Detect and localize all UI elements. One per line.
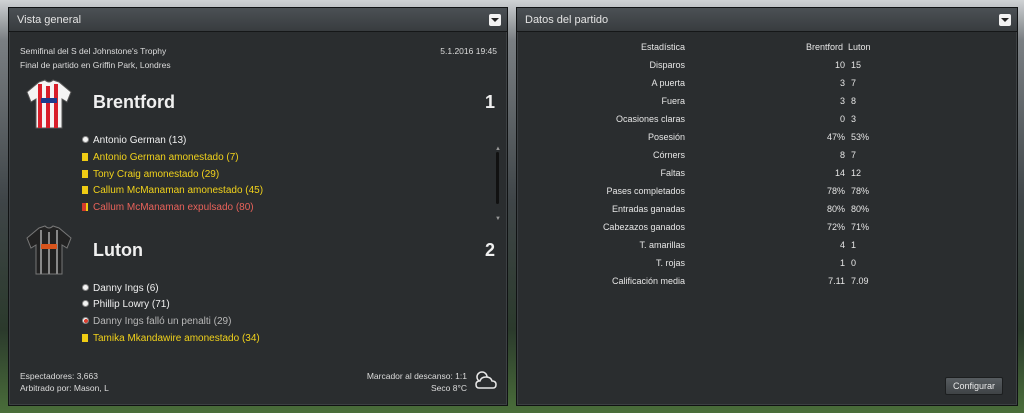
stat-row-home-value: 1 [839,258,845,268]
home-event-2[interactable]: Antonio German amonestado (7) [93,152,239,163]
stat-row-label: Disparos [649,60,685,70]
home-team-score: 1 [484,92,495,112]
stat-row-away-value: 1 [851,240,857,250]
stat-row-home-value: 7.11 [828,276,845,286]
home-event-1[interactable]: Antonio German (13) [93,135,186,146]
stat-row-away-value: 53% [851,132,870,142]
yellow-card-icon [82,153,88,161]
yellow-card-icon [82,170,88,178]
stat-row-label: T. amarillas [639,240,685,250]
stat-row-label: Fuera [661,96,685,106]
stats-header: Datos del partido [517,8,1017,32]
away-team-score: 2 [484,240,495,260]
stat-row-label: Calificación media [611,276,685,286]
stat-row-home-value: 14 [834,168,845,178]
overview-panel: Vista general Semifinal del S del Johnst… [8,7,508,406]
shirt-black-white-stripes-icon [26,225,72,275]
away-event-3[interactable]: Danny Ings falló un penalti (29) [93,316,231,327]
match-stats-panel: Datos del partido Estadística Brentford … [516,7,1018,406]
stat-row-home-value: 4 [839,240,845,250]
stat-row-home-value: 78% [826,186,845,196]
stat-row-away-value: 8 [851,96,857,106]
stat-row-away-value: 12 [851,168,862,178]
stat-row-label: Córners [652,150,685,160]
home-events-scrollbar[interactable]: ▲ ▼ [495,146,501,222]
stat-row-away-value: 80% [851,204,870,214]
stat-row-home-value: 3 [839,96,845,106]
home-event-5[interactable]: Callum McManaman expulsado (80) [93,202,254,213]
away-event-2[interactable]: Phillip Lowry (71) [93,299,170,310]
stat-row-away-value: 7.09 [851,276,869,286]
home-team-name[interactable]: Brentford [93,92,175,113]
weather-label: Seco 8°C [430,383,467,393]
stat-row-label: Pases completados [606,186,685,196]
goal-icon [82,136,89,143]
yellow-card-icon [82,186,88,194]
stats-title: Datos del partido [525,14,609,26]
missed-penalty-icon [82,317,89,324]
stat-row-home-value: 0 [839,114,845,124]
stat-row-away-value: 71% [851,222,870,232]
stat-row-label: T. rojas [655,258,685,268]
stat-row-home-value: 80% [826,204,845,214]
stat-row-label: A puerta [651,78,685,88]
overview-header: Vista general [9,8,507,32]
scroll-down-icon[interactable]: ▼ [495,216,501,222]
stat-row-label: Entradas ganadas [611,204,685,214]
scroll-thumb[interactable] [496,152,499,204]
competition-label: Semifinal del S del Johnstone's Trophy [20,46,167,56]
stat-row-label: Ocasiones claras [615,114,685,124]
stat-row-home-value: 3 [839,78,845,88]
goal-icon [82,300,89,307]
overview-title: Vista general [17,14,82,26]
red-card-icon [82,203,88,211]
stat-row-away-value: 7 [851,150,857,160]
attendance-label: Espectadores: 3,663 [20,371,98,381]
stats-menu-button[interactable] [999,14,1011,26]
stat-row-away-value: 3 [851,114,857,124]
venue-label: Final de partido en Griffin Park, Londre… [20,60,171,70]
stats-header-away: Luton [848,42,871,52]
yellow-card-icon [82,334,88,342]
stat-row-label: Cabezazos ganados [602,222,685,232]
stat-row-home-value: 47% [826,132,845,142]
away-team-name[interactable]: Luton [93,240,143,261]
home-event-3[interactable]: Tony Craig amonestado (29) [93,169,219,180]
configure-button[interactable]: Configurar [945,377,1003,395]
stat-row-label: Posesión [647,132,685,142]
home-event-4[interactable]: Callum McManaman amonestado (45) [93,185,263,196]
stat-row-label: Faltas [660,168,685,178]
halftime-score: Marcador al descanso: 1:1 [366,371,467,381]
shirt-red-white-stripes-icon [26,79,72,129]
stat-row-away-value: 78% [851,186,870,196]
stats-header-label: Estadística [640,42,685,52]
stats-header-home: Brentford [806,42,844,52]
away-event-4[interactable]: Tamika Mkandawire amonestado (34) [93,333,260,344]
stat-row-away-value: 0 [851,258,857,268]
stat-row-home-value: 8 [839,150,845,160]
stat-row-away-value: 15 [851,60,862,70]
goal-icon [82,284,89,291]
overview-menu-button[interactable] [489,14,501,26]
partly-cloudy-icon [475,371,497,389]
away-event-1[interactable]: Danny Ings (6) [93,283,159,294]
stat-row-home-value: 72% [826,222,845,232]
match-datetime: 5.1.2016 19:45 [440,46,497,56]
referee-label: Arbitrado por: Mason, L [20,383,109,393]
stat-row-away-value: 7 [851,78,857,88]
stat-row-home-value: 10 [834,60,845,70]
